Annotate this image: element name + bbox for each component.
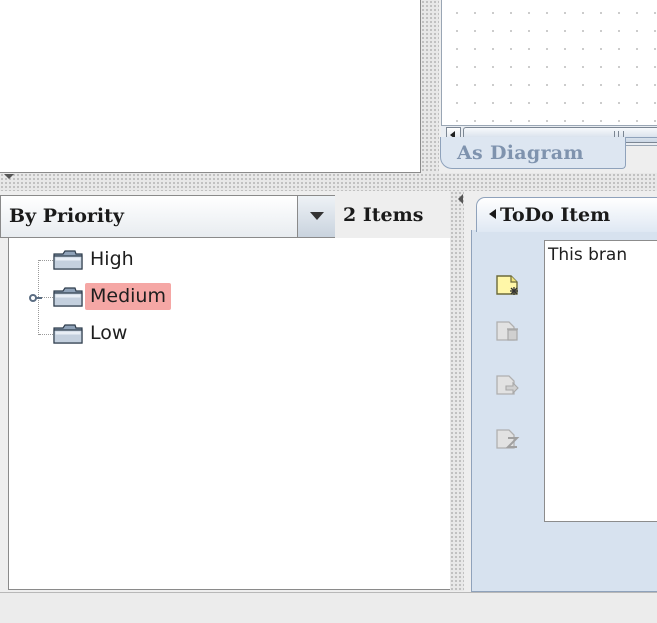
triangle-left-icon (489, 209, 496, 219)
tab-todo-item[interactable]: ToDo Item (476, 197, 657, 232)
new-todo-icon[interactable] (495, 272, 521, 298)
collapse-left-icon[interactable] (458, 194, 463, 204)
snooze-todo-icon[interactable] (495, 426, 521, 452)
explorer-pane[interactable] (0, 0, 421, 173)
todo-tree[interactable]: High Medium Low (8, 238, 451, 590)
vertical-splitter-top[interactable] (421, 0, 439, 178)
horizontal-splitter[interactable] (0, 173, 657, 191)
dropdown-button[interactable] (297, 196, 335, 237)
forward-todo-icon[interactable] (495, 372, 521, 398)
tree-node-label-selected: Medium (85, 283, 171, 310)
resolve-todo-icon[interactable] (495, 318, 521, 344)
vertical-splitter-bottom[interactable] (450, 191, 464, 591)
todo-description-text: This bran (548, 245, 628, 265)
folder-icon (53, 250, 83, 270)
perspective-value: By Priority (9, 205, 124, 227)
perspective-dropdown[interactable]: By Priority (0, 195, 335, 238)
folder-icon (53, 324, 83, 344)
tree-node-label: High (90, 248, 134, 270)
tab-as-diagram-label: As Diagram (457, 142, 584, 164)
tab-as-diagram[interactable]: As Diagram (440, 137, 626, 169)
collapse-down-icon[interactable] (4, 174, 14, 179)
tab-strip-line (626, 137, 657, 138)
tree-connector (36, 297, 42, 299)
tab-todo-item-label: ToDo Item (500, 204, 611, 226)
status-bar (0, 592, 657, 623)
diagram-canvas[interactable] (441, 0, 657, 125)
folder-icon (53, 287, 83, 307)
chevron-down-icon (310, 212, 324, 220)
todo-description-textarea[interactable]: This bran (544, 240, 657, 522)
todo-item-count: 2 Items (343, 204, 424, 226)
tree-node-label: Low (90, 322, 128, 344)
